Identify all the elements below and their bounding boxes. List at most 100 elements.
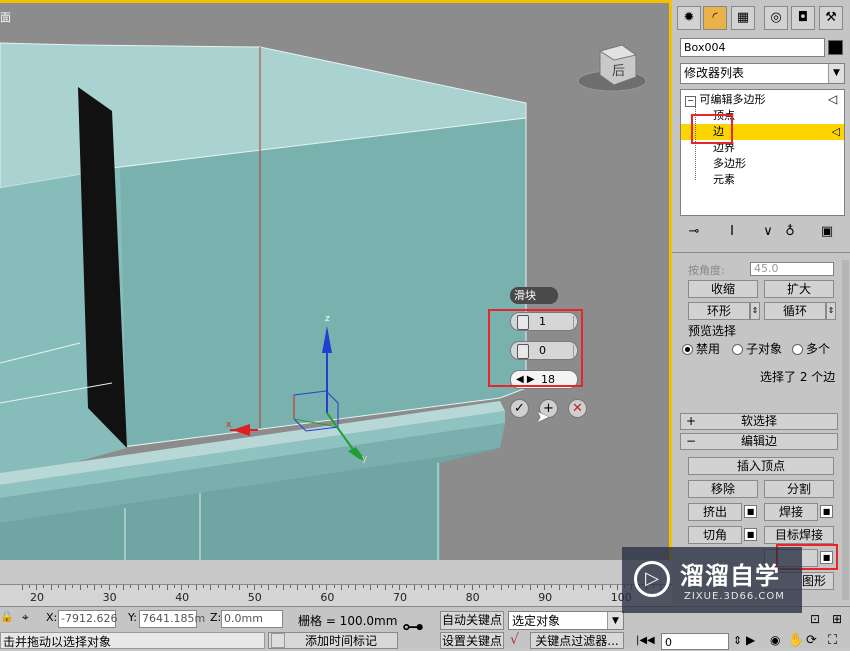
y-axis-label: y	[362, 454, 368, 464]
remove-button[interactable]: 移除	[688, 480, 758, 498]
check-icon[interactable]: ✓	[510, 399, 529, 418]
grow-button[interactable]: 扩大	[764, 280, 834, 298]
timeline-tick	[94, 585, 96, 590]
mouse-cursor-icon: ➤	[536, 407, 550, 426]
zoom-all-icon[interactable]: ⊞	[832, 612, 842, 626]
add-time-tag-button[interactable]: 添加时间标记	[268, 632, 398, 649]
shrink-button[interactable]: 收缩	[688, 280, 758, 298]
configure-modifier-sets-icon[interactable]: ▣	[817, 222, 837, 242]
modify-icon[interactable]: ◜	[703, 6, 727, 30]
create-icon[interactable]: ✹	[677, 6, 701, 30]
timeline-tick	[500, 585, 502, 590]
ring-button[interactable]: 环形	[688, 302, 750, 320]
stack-root-visibility-icon[interactable]: ◁	[828, 92, 837, 106]
chamfer-button[interactable]: 切角	[688, 526, 742, 544]
modifier-stack[interactable]: − 可编辑多边形 ◁ 顶点 边 ◁ 边界 多边形 元素	[680, 89, 845, 216]
key-filters-button[interactable]: 关键点过滤器...	[530, 632, 624, 649]
go-to-start-icon[interactable]: |◀◀	[636, 635, 655, 646]
timeline-tick-label: 80	[465, 591, 480, 604]
timeline-tick-label: 60	[320, 591, 335, 604]
motion-icon[interactable]: ◎	[764, 6, 788, 30]
auto-key-button[interactable]: 自动关键点	[440, 611, 504, 630]
timeline-tick	[420, 585, 422, 588]
timeline-tick	[580, 585, 582, 588]
lock-icon[interactable]: 🔒	[0, 610, 14, 626]
key-filter-curve-icon: √	[510, 632, 519, 648]
object-color-swatch[interactable]	[828, 40, 843, 55]
hierarchy-icon[interactable]: ▦	[731, 6, 755, 30]
absolute-mode-icon[interactable]: ⌖	[22, 610, 29, 625]
timeline-tick	[246, 585, 248, 588]
modifier-list-dropdown[interactable]: 修改器列表 ▼	[680, 63, 845, 84]
by-angle-field[interactable]: 45.0	[750, 262, 834, 276]
make-unique-icon[interactable]: ∨	[758, 222, 778, 242]
z-axis-label: z	[325, 314, 330, 324]
preview-disabled-radio[interactable]: 禁用	[682, 340, 720, 357]
ring-spinner[interactable]: ⇕	[750, 302, 760, 320]
key-selection-dropdown[interactable]: 选定对象 ▼	[508, 611, 624, 630]
stack-item-polygon[interactable]: 多边形	[713, 156, 746, 172]
time-config-icon[interactable]: ⇕	[733, 634, 742, 647]
watermark: ▷ 溜溜自学 ZIXUE.3D66.COM	[622, 547, 802, 613]
chamfer-settings-icon[interactable]: ■	[744, 528, 757, 541]
play-logo-icon: ▷	[634, 561, 670, 597]
pin-stack-icon[interactable]: ⊸	[684, 222, 704, 242]
object-name-field[interactable]: Box004	[680, 38, 825, 57]
show-end-result-icon[interactable]: Ⅰ	[722, 222, 742, 242]
timeline-ruler[interactable]: 2030405060708090100	[0, 584, 672, 606]
set-key-button[interactable]: 设置关键点	[440, 632, 504, 649]
target-weld-button[interactable]: 目标焊接	[764, 526, 834, 544]
timeline-tick-label: 90	[538, 591, 553, 604]
stack-edge-visibility-icon: ◁	[831, 125, 840, 138]
display-icon[interactable]: ◘	[791, 6, 815, 30]
y-coordinate-field[interactable]: 7641.185m	[139, 610, 205, 628]
extrude-button[interactable]: 挤出	[688, 503, 742, 521]
command-panel: ✹ ◜ ▦ ◎ ◘ ⚒ Box004 修改器列表 ▼ − 可编辑多边形 ◁ 顶点…	[672, 0, 850, 605]
z-label: Z:	[210, 611, 222, 624]
viewport-scene[interactable]: z x y 后	[0, 3, 672, 560]
preview-subobject-radio[interactable]: 子对象	[732, 340, 782, 357]
orbit-icon[interactable]: ⟳	[806, 633, 817, 648]
timeline-tick	[181, 585, 183, 590]
insert-vertex-button[interactable]: 插入顶点	[688, 457, 834, 475]
timeline-tick	[333, 585, 335, 588]
timeline-tick	[551, 585, 553, 588]
timeline-tick-label: 20	[30, 591, 44, 604]
chevron-down-icon: ▼	[828, 64, 844, 83]
timeline-tick	[297, 585, 299, 590]
split-button[interactable]: 分割	[764, 480, 834, 498]
stack-item-element[interactable]: 元素	[713, 172, 735, 188]
loop-spinner[interactable]: ⇕	[826, 302, 836, 320]
play-icon[interactable]: ▶	[746, 633, 755, 647]
timeline-tick	[115, 585, 117, 588]
x-coordinate-field[interactable]: -7912.626	[58, 610, 117, 628]
pan-hand-icon[interactable]: ✋	[788, 633, 804, 648]
timeline-tick	[50, 585, 52, 590]
timeline-tick	[587, 585, 589, 590]
extrude-settings-icon[interactable]: ■	[744, 505, 757, 518]
viewcube-label: 后	[612, 64, 625, 79]
timeline-tick	[101, 585, 103, 588]
edit-edges-rollout[interactable]: − 编辑边	[680, 433, 838, 450]
panel-scrollbar[interactable]	[842, 260, 849, 600]
stack-root[interactable]: − 可编辑多边形	[685, 92, 766, 108]
loop-button[interactable]: 循环	[764, 302, 826, 320]
viewport-label[interactable]: 面	[0, 9, 11, 25]
timeline-tick-label: 70	[393, 591, 407, 604]
remove-modifier-icon[interactable]: ♁	[780, 222, 800, 242]
maximize-viewport-icon[interactable]: ⛶	[828, 633, 837, 648]
soft-selection-rollout[interactable]: + 软选择	[680, 413, 838, 430]
weld-button[interactable]: 焊接	[764, 503, 818, 521]
utilities-icon[interactable]: ⚒	[819, 6, 843, 30]
perspective-viewport[interactable]: z x y 后 面 滑块 1 0 ◀ ▶ 18 ✓ + ✕ ➤	[0, 0, 672, 560]
preview-multi-radio[interactable]: 多个	[792, 340, 830, 357]
timeline-tick	[65, 585, 67, 590]
close-icon[interactable]: ✕	[568, 399, 587, 418]
current-frame-field[interactable]: 0	[661, 633, 729, 650]
key-icon[interactable]: ⊶	[402, 615, 424, 641]
field-of-view-icon[interactable]: ⊡	[810, 612, 820, 626]
weld-settings-icon[interactable]: ■	[820, 505, 833, 518]
zoom-extents-icon[interactable]: ◉	[770, 633, 780, 647]
z-coordinate-field[interactable]: 0.0mm	[221, 610, 283, 628]
timeline-tick	[232, 585, 234, 588]
